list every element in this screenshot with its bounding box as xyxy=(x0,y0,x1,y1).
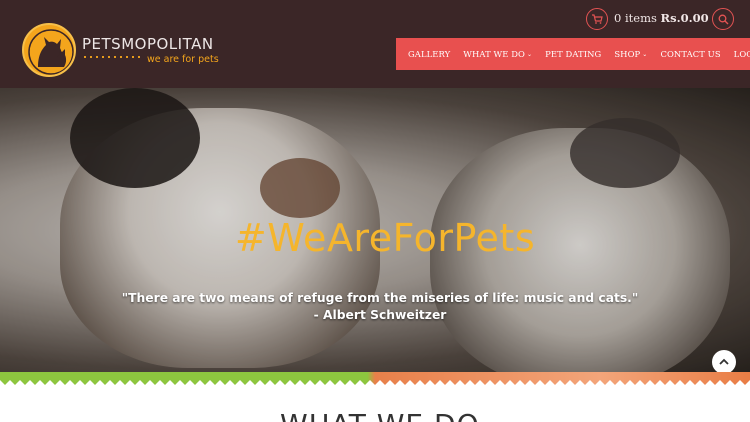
hero-quote-author: - Albert Schweitzer xyxy=(313,308,447,322)
hero-quote-block: "There are two means of refuge from the … xyxy=(0,290,750,324)
nav-item-label: PET DATING xyxy=(545,49,602,59)
hero-quote: "There are two means of refuge from the … xyxy=(121,291,639,305)
chevron-down-icon: ⌄ xyxy=(526,50,533,58)
nav-item-pet-dating[interactable]: PET DATING xyxy=(545,49,601,59)
nav-item-label: WHAT WE DO xyxy=(463,49,525,59)
brand-name[interactable]: PETSMOPOLITAN xyxy=(82,35,214,53)
pets-logo-icon xyxy=(28,29,74,75)
brand-divider xyxy=(82,56,142,58)
nav-item-what-we-do[interactable]: WHAT WE DO ⌄ xyxy=(463,49,532,59)
nav-item-label: GALLERY xyxy=(408,49,451,59)
brand-tagline: we are for pets xyxy=(147,54,219,65)
scroll-to-top-button[interactable] xyxy=(712,350,736,374)
nav-item-shop[interactable]: SHOP ⌄ xyxy=(614,49,647,59)
hero-banner: #WeAreForPets "There are two means of re… xyxy=(0,88,750,372)
nav-item-gallery[interactable]: GALLERY xyxy=(408,49,450,59)
nav-item-label: LOG IN xyxy=(733,49,750,59)
chevron-up-icon xyxy=(719,358,729,365)
search-icon xyxy=(718,14,728,24)
cart-items-count: 0 items xyxy=(614,11,657,25)
search-button[interactable] xyxy=(712,8,734,30)
decorative-zigzag-border xyxy=(0,372,750,386)
hero-hashtag: #WeAreForPets xyxy=(234,216,536,260)
nav-item-label: CONTACT US xyxy=(660,49,721,59)
cart-summary[interactable]: 0 items Rs.0.00 xyxy=(614,11,709,25)
cart-icon xyxy=(592,14,603,24)
cart-amount: Rs.0.00 xyxy=(660,11,709,25)
chevron-down-icon: ⌄ xyxy=(642,50,648,58)
nav-item-label: SHOP xyxy=(614,49,641,59)
section-title: WHAT WE DO xyxy=(280,408,480,422)
main-nav: GALLERY WHAT WE DO ⌄ PET DATING SHOP ⌄ C… xyxy=(396,38,750,70)
nav-item-contact-us[interactable]: CONTACT US xyxy=(660,49,720,59)
nav-item-log-in[interactable]: LOG IN xyxy=(734,49,750,59)
site-header: PETSMOPOLITAN we are for pets 0 items Rs… xyxy=(0,0,750,88)
cart-button[interactable] xyxy=(586,8,608,30)
logo[interactable] xyxy=(22,23,76,77)
